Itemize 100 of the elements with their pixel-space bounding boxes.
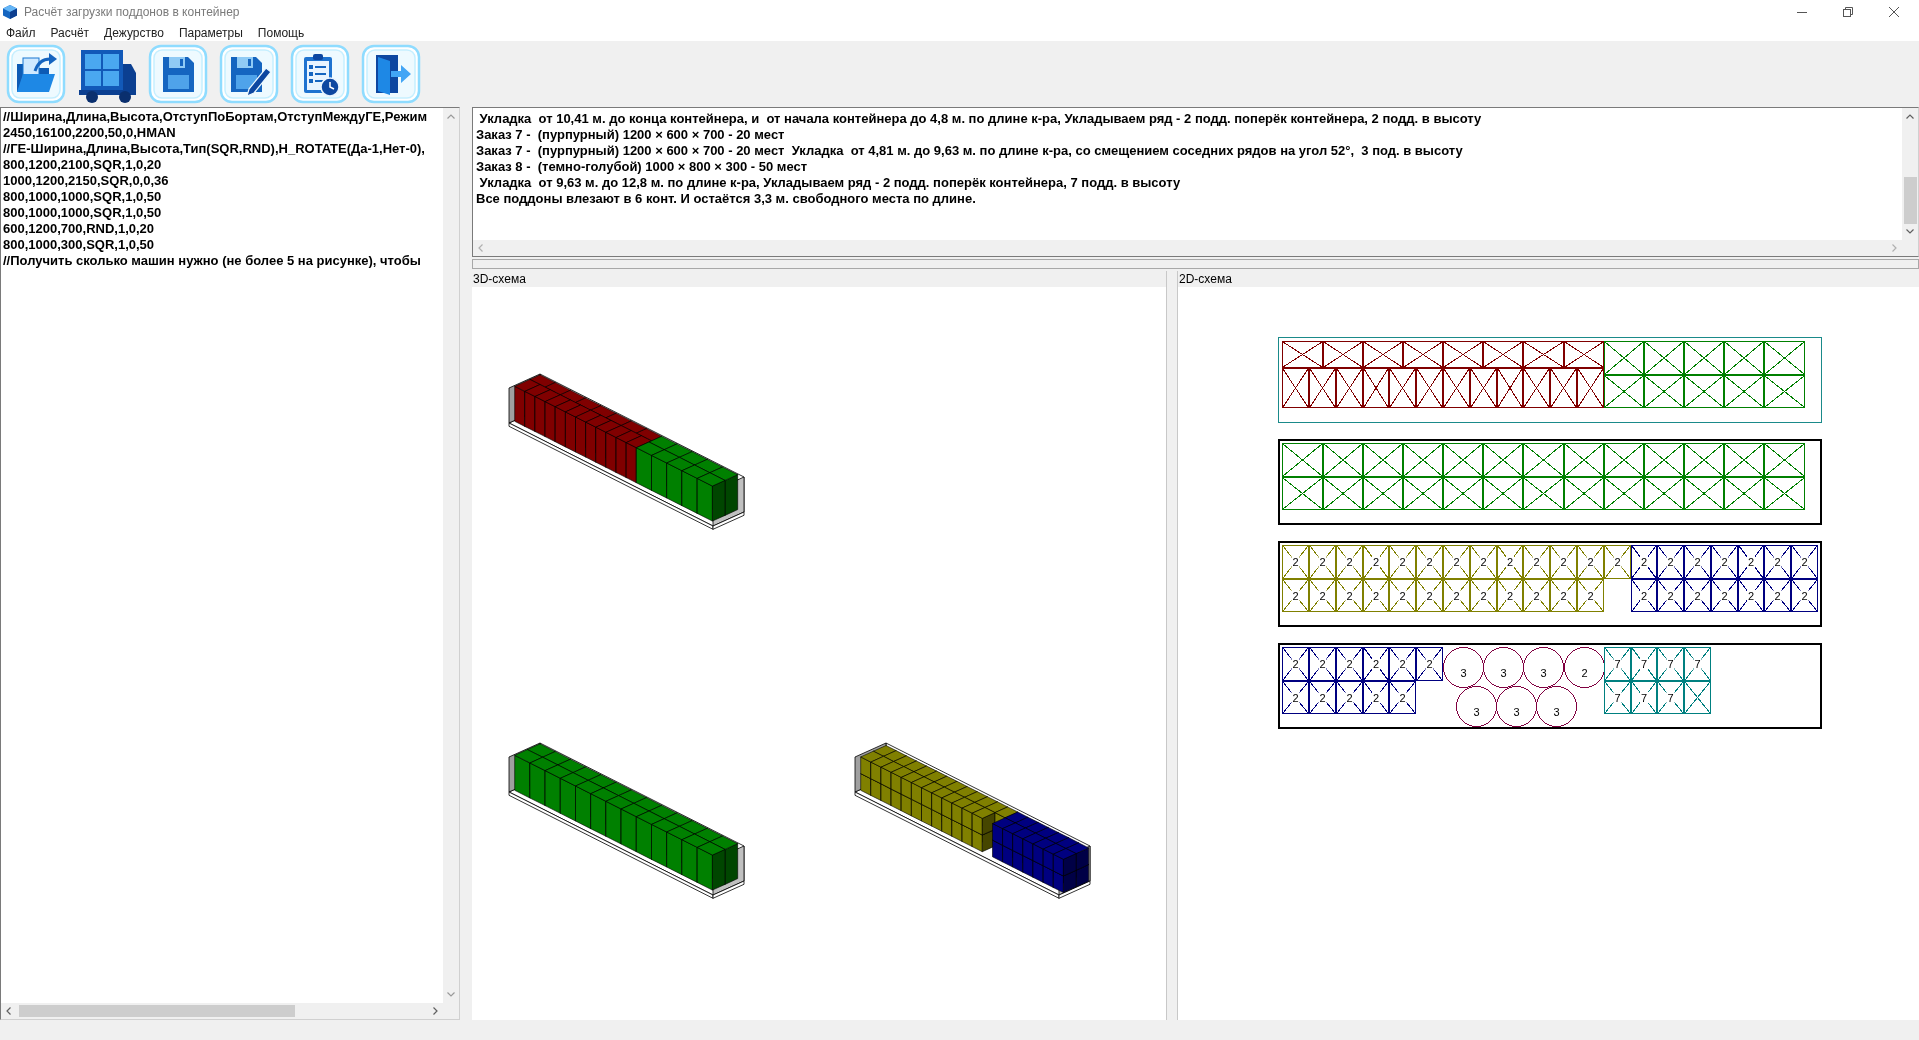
scrollbar-thumb[interactable] bbox=[1903, 177, 1917, 224]
pallet: 2 bbox=[1470, 545, 1497, 579]
pallet: 2 bbox=[1363, 545, 1389, 579]
pallet: 2 bbox=[1282, 579, 1309, 612]
pallet: 2 bbox=[1577, 579, 1604, 612]
pallet: 2 bbox=[1443, 545, 1470, 579]
pallet: 2 bbox=[1336, 647, 1363, 681]
pallet: 2 bbox=[1764, 579, 1791, 612]
pallet: 2 bbox=[1738, 579, 1764, 612]
pallet: 2 bbox=[1711, 579, 1738, 612]
exit-button[interactable] bbox=[360, 43, 422, 105]
pallet: 2 bbox=[1309, 545, 1336, 579]
pallet: 2 bbox=[1309, 681, 1336, 714]
window-title: Расчёт загрузки поддонов в контейнер bbox=[24, 5, 240, 19]
round-pallet: 3 bbox=[1443, 647, 1484, 688]
text-line: 600,1200,700,RND,1,0,20 bbox=[3, 221, 155, 237]
menu-item[interactable]: Файл bbox=[6, 25, 36, 40]
chevron-right-icon[interactable] bbox=[433, 1007, 438, 1015]
pallet: 2 bbox=[1309, 647, 1336, 681]
text-line: 800,1000,1000,SQR,1,0,50 bbox=[3, 189, 162, 205]
pallet: 2 bbox=[1336, 579, 1363, 612]
pallet: 2 bbox=[1282, 681, 1309, 714]
pallet: 2 bbox=[1282, 545, 1309, 579]
round-pallet: 3 bbox=[1456, 686, 1497, 727]
pallet: 2 bbox=[1309, 579, 1336, 612]
chevron-up-icon[interactable] bbox=[1906, 114, 1914, 119]
pallet: 2 bbox=[1497, 545, 1523, 579]
vertical-scrollbar[interactable] bbox=[443, 108, 459, 1003]
pallet: 2 bbox=[1523, 579, 1550, 612]
pallet: 2 bbox=[1604, 545, 1631, 579]
log-line: Укладка от 10,41 м. до конца контейнера, и от начала контейнера до 4,8 м. по длине к-ра, Укладываем ряд - 2 подд. поперёк контейнера, 2 подд. в высоту bbox=[478, 111, 1482, 127]
text-line: 2450,16100,2200,50,0,HMAN bbox=[3, 125, 176, 141]
log-line: Заказ 7 - (пурпурный) 1200 × 600 × 700 - 20 мест Укладка от 4,81 м. до 9,63 м. по длине к-ра, со смещением соседних рядов на угол 52°, 3 под. в высоту bbox=[476, 143, 1463, 159]
pallet: 2 bbox=[1282, 647, 1309, 681]
log-line: Все поддоны влезают в 6 конт. И остаётся 3,3 м. свободного места по длине. bbox=[476, 191, 976, 207]
text-line: //Ширина,Длина,Высота,ОтступПоБортам,ОтступМеждуГЕ,Режим bbox=[3, 109, 428, 125]
vertical-scrollbar[interactable] bbox=[1902, 108, 1918, 240]
pallet: 7 bbox=[1631, 647, 1657, 681]
menu-item[interactable]: Расчёт bbox=[50, 25, 90, 40]
pallet: 2 bbox=[1416, 545, 1443, 579]
scrollbar-thumb[interactable] bbox=[19, 1005, 295, 1017]
pallet: 2 bbox=[1363, 647, 1389, 681]
report-button[interactable] bbox=[289, 43, 351, 105]
round-pallet: 3 bbox=[1523, 647, 1564, 688]
text-line: 800,1200,2100,SQR,1,0,20 bbox=[3, 157, 162, 173]
pallet: 2 bbox=[1416, 647, 1443, 681]
menu-item[interactable]: Дежурство bbox=[104, 25, 164, 40]
pallet: 2 bbox=[1791, 545, 1818, 579]
pallet: 2 bbox=[1389, 647, 1416, 681]
round-pallet: 2 bbox=[1564, 647, 1605, 688]
pallet: 7 bbox=[1684, 647, 1711, 681]
pallet: 2 bbox=[1550, 545, 1577, 579]
save-as-button[interactable] bbox=[218, 43, 280, 105]
chevron-down-icon[interactable] bbox=[447, 992, 455, 997]
open-button[interactable] bbox=[5, 43, 67, 105]
minimize-icon bbox=[1797, 11, 1807, 13]
text-line: 800,1000,300,SQR,1,0,50 bbox=[3, 237, 155, 253]
text-line: 1000,1200,2150,SQR,0,0,36 bbox=[3, 173, 169, 189]
log-text-field[interactable] bbox=[472, 107, 1919, 257]
pallet: 7 bbox=[1604, 647, 1631, 681]
menu-item[interactable]: Параметры bbox=[178, 25, 243, 40]
log-line: Заказ 7 - (пурпурный) 1200 × 600 × 700 - 20 мест bbox=[476, 127, 785, 143]
panel-title: 2D-схема bbox=[1179, 272, 1232, 286]
splitter-bar[interactable] bbox=[1166, 271, 1178, 1020]
pallet: 2 bbox=[1416, 579, 1443, 612]
pallet: 2 bbox=[1470, 579, 1497, 612]
round-pallet: 3 bbox=[1483, 647, 1524, 688]
horizontal-scrollbar[interactable] bbox=[1, 1003, 443, 1019]
close-icon bbox=[1889, 7, 1899, 17]
pallet: 2 bbox=[1684, 545, 1711, 579]
clipboard-clock-icon bbox=[290, 44, 350, 104]
text-line: 800,1000,1000,SQR,1,0,50 bbox=[3, 205, 162, 221]
pallet: 2 bbox=[1336, 681, 1363, 714]
pallet: 2 bbox=[1523, 545, 1550, 579]
pallet: 2 bbox=[1631, 579, 1657, 612]
pallet: 7 bbox=[1604, 681, 1631, 714]
pallet: 2 bbox=[1497, 579, 1523, 612]
chevron-up-icon[interactable] bbox=[447, 114, 455, 119]
menu-item[interactable]: Помощь bbox=[257, 25, 305, 40]
pallet: 2 bbox=[1711, 545, 1738, 579]
pallet: 2 bbox=[1389, 579, 1416, 612]
cube-icon bbox=[3, 5, 17, 19]
floppy-pen-icon bbox=[219, 44, 279, 104]
chevron-left-icon[interactable] bbox=[6, 1007, 11, 1015]
pallet: 2 bbox=[1336, 545, 1363, 579]
round-pallet: 3 bbox=[1536, 686, 1577, 727]
pallet: 7 bbox=[1657, 681, 1684, 714]
pallet: 2 bbox=[1738, 545, 1764, 579]
save-button[interactable] bbox=[147, 43, 209, 105]
pallet: 2 bbox=[1657, 579, 1684, 612]
pallet: 2 bbox=[1657, 545, 1684, 579]
pallet: 2 bbox=[1631, 545, 1657, 579]
input-text-field[interactable] bbox=[0, 107, 460, 1020]
pallet: 2 bbox=[1389, 681, 1416, 714]
pallet: 2 bbox=[1577, 545, 1604, 579]
log-line: Укладка от 9,63 м. до 12,8 м. по длине к-ра, Укладываем ряд - 2 подд. поперёк контейнера, 7 подд. в высоту bbox=[478, 175, 1181, 191]
chevron-down-icon[interactable] bbox=[1906, 229, 1914, 234]
log-line: Заказ 8 - (темно-голубой) 1000 × 800 × 300 - 50 мест bbox=[476, 159, 808, 175]
pallet: 2 bbox=[1363, 681, 1389, 714]
pallet: 7 bbox=[1657, 647, 1684, 681]
